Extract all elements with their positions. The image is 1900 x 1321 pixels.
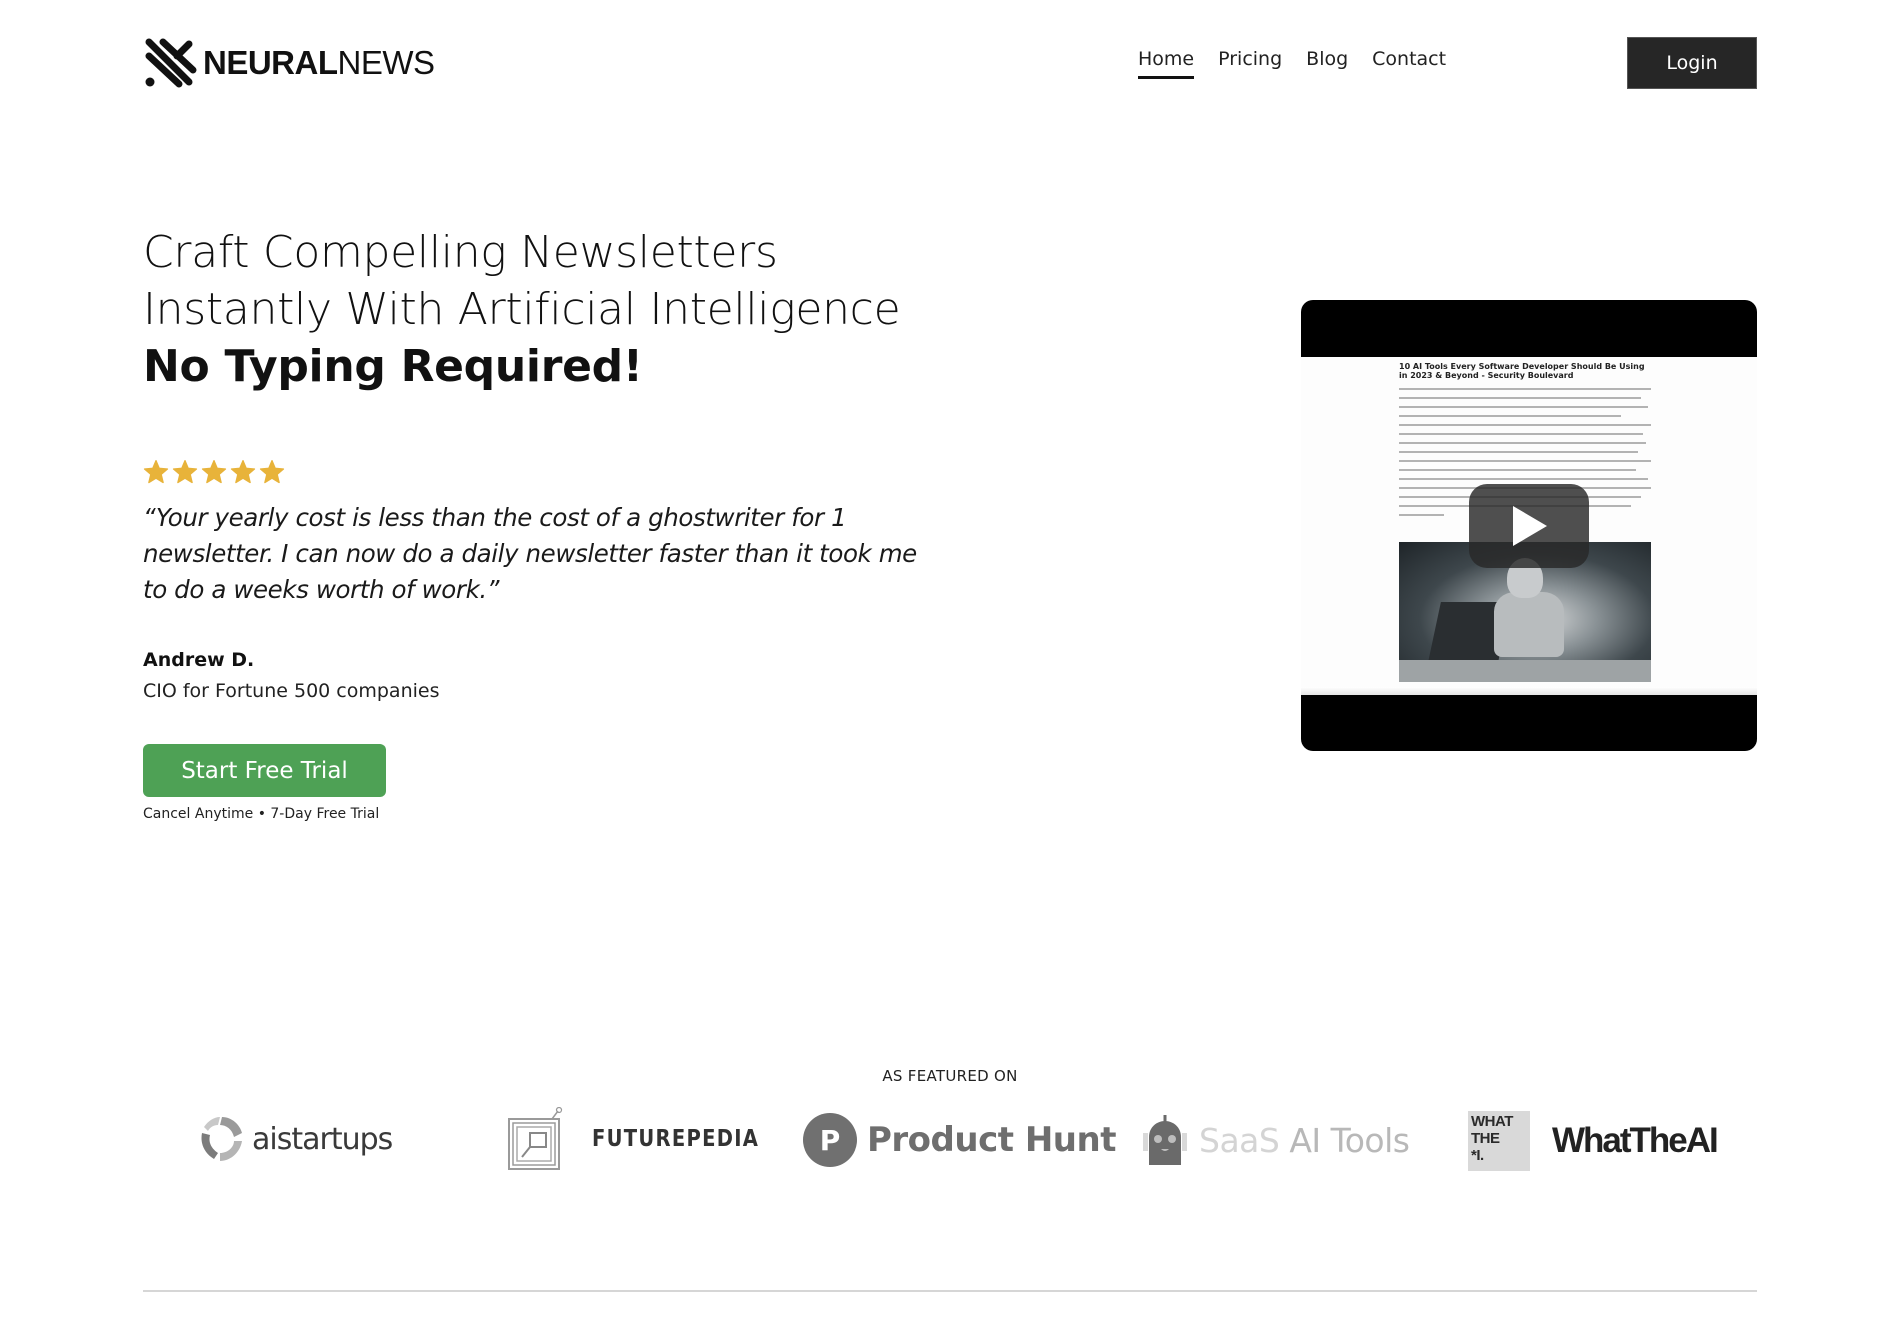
trial-note: Cancel Anytime • 7-Day Free Trial bbox=[143, 806, 380, 822]
headline-line-1: Craft Compelling Newsletters bbox=[143, 227, 778, 278]
hero-section: Craft Compelling Newsletters Instantly W… bbox=[143, 224, 943, 395]
nav-pricing[interactable]: Pricing bbox=[1218, 48, 1282, 79]
logo-wordmark: NEURALNEWS bbox=[203, 44, 435, 81]
star-rating bbox=[143, 459, 285, 485]
testimonial-quote: “Your yearly cost is less than the cost … bbox=[143, 503, 917, 604]
aistartups-text: aistartups bbox=[252, 1121, 393, 1157]
star-icon bbox=[201, 459, 227, 484]
producthunt-icon: P bbox=[803, 1113, 857, 1167]
featured-heading: AS FEATURED ON bbox=[882, 1067, 1018, 1085]
robot-icon bbox=[1143, 1115, 1187, 1165]
main-nav: Home Pricing Blog Contact bbox=[1138, 48, 1446, 79]
aistartups-icon bbox=[201, 1117, 242, 1161]
logo-futurepedia[interactable]: FUTUREPEDIA bbox=[506, 1107, 789, 1171]
saas-text: SaaS bbox=[1199, 1120, 1280, 1160]
start-free-trial-button[interactable]: Start Free Trial bbox=[143, 744, 386, 797]
star-icon bbox=[143, 459, 169, 484]
logo-aistartups[interactable]: aistartups bbox=[196, 1113, 393, 1165]
whattheai-box-line-2: THE bbox=[1471, 1130, 1500, 1147]
play-button[interactable] bbox=[1469, 484, 1589, 568]
play-icon bbox=[1513, 506, 1547, 546]
logo-whattheai[interactable]: WHAT THE *I. WhatTheAI bbox=[1468, 1111, 1719, 1171]
featured-logos: aistartups FUTUREPEDIA P Product Hunt Sa… bbox=[143, 1105, 1757, 1185]
section-divider bbox=[143, 1290, 1757, 1292]
ai-tools-text: AI Tools bbox=[1289, 1120, 1410, 1160]
testimonial-author-name: Andrew D. bbox=[143, 649, 255, 671]
logo-saas-ai-tools[interactable]: SaaS AI Tools bbox=[1143, 1113, 1410, 1167]
demo-video-player[interactable]: 10 AI Tools Every Software Developer Sho… bbox=[1301, 300, 1757, 751]
nav-blog[interactable]: Blog bbox=[1306, 48, 1348, 79]
headline-line-2: Instantly With Artificial Intelligence bbox=[143, 284, 901, 335]
thumbnail-bottom-edge bbox=[1301, 687, 1757, 695]
nav-home[interactable]: Home bbox=[1138, 48, 1195, 79]
futurepedia-icon bbox=[508, 1107, 563, 1170]
login-button[interactable]: Login bbox=[1627, 37, 1757, 89]
producthunt-text: Product Hunt bbox=[867, 1120, 1116, 1160]
star-icon bbox=[172, 459, 198, 484]
nav-contact[interactable]: Contact bbox=[1372, 48, 1446, 79]
desk-shape bbox=[1399, 660, 1651, 682]
hero-headline: Craft Compelling Newsletters Instantly W… bbox=[143, 224, 943, 395]
neuralnews-logo-icon bbox=[145, 38, 197, 88]
star-icon bbox=[259, 459, 285, 484]
headline-emphasis: No Typing Required! bbox=[143, 341, 643, 392]
whattheai-box-line-1: WHAT bbox=[1471, 1113, 1513, 1130]
star-icon bbox=[230, 459, 256, 484]
whattheai-box-line-3: *I. bbox=[1471, 1147, 1484, 1164]
futurepedia-text: FUTUREPEDIA bbox=[592, 1126, 760, 1152]
thumbnail-article-title: 10 AI Tools Every Software Developer Sho… bbox=[1399, 362, 1645, 380]
brand-logo[interactable]: NEURALNEWS bbox=[143, 36, 435, 90]
logo-producthunt[interactable]: P Product Hunt bbox=[803, 1113, 1116, 1167]
whattheai-icon: WHAT THE *I. bbox=[1468, 1111, 1530, 1171]
whattheai-text: WhatTheAI bbox=[1552, 1121, 1719, 1160]
testimonial-author-title: CIO for Fortune 500 companies bbox=[143, 680, 440, 702]
robot-body-shape bbox=[1494, 592, 1564, 657]
